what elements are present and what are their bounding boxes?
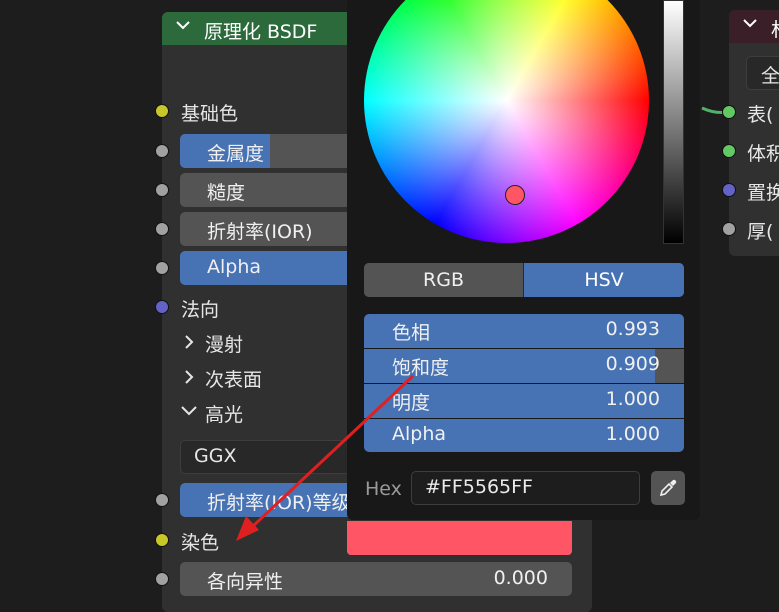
saturation-value: 0.909 xyxy=(605,353,660,375)
value-slider[interactable] xyxy=(663,0,684,244)
metallic-label: 金属度 xyxy=(207,143,265,165)
roughness-label: 糙度 xyxy=(207,182,246,204)
diffuse-panel-label[interactable]: 漫射 xyxy=(205,330,243,357)
eyedropper-icon xyxy=(659,479,677,497)
roughness-socket[interactable] xyxy=(155,183,169,197)
alpha-field[interactable]: Alpha 1.000 xyxy=(364,419,684,452)
volume-socket[interactable] xyxy=(722,144,736,158)
hue-field[interactable]: 色相 0.993 xyxy=(364,314,684,348)
color-mode-tabs: RGB HSV xyxy=(364,263,684,297)
normal-label: 法向 xyxy=(181,299,220,321)
ior-socket[interactable] xyxy=(155,222,169,236)
ior-level-label: 折射率(IOR)等级 xyxy=(207,492,351,514)
hex-value: #FF5565FF xyxy=(425,476,533,498)
tint-color-swatch[interactable] xyxy=(347,521,572,555)
output-target-dropdown[interactable]: 全 xyxy=(746,56,779,90)
alpha-label: Alpha xyxy=(207,256,262,278)
thickness-socket[interactable] xyxy=(722,222,736,236)
alpha-socket[interactable] xyxy=(155,261,169,275)
subsurface-panel-label[interactable]: 次表面 xyxy=(205,365,262,392)
output-node-header[interactable]: 材 xyxy=(729,10,779,43)
tint-label: 染色 xyxy=(181,532,220,554)
saturation-field[interactable]: 饱和度 0.909 xyxy=(364,349,684,383)
anisotropic-value: 0.000 xyxy=(493,567,548,589)
eyedropper-button[interactable] xyxy=(651,471,685,505)
normal-socket[interactable] xyxy=(155,300,169,314)
saturation-label: 饱和度 xyxy=(392,357,450,379)
tint-socket[interactable] xyxy=(155,533,169,547)
thickness-label: 厚( xyxy=(747,221,774,243)
chevron-right-icon[interactable] xyxy=(183,334,195,350)
chevron-down-icon[interactable] xyxy=(180,404,198,418)
hex-input[interactable]: #FF5565FF xyxy=(411,471,640,505)
value-field[interactable]: 明度 1.000 xyxy=(364,384,684,418)
alpha-field-value: 1.000 xyxy=(605,423,660,445)
volume-label: 体积 xyxy=(747,143,779,165)
displacement-socket[interactable] xyxy=(722,183,736,197)
base-color-socket[interactable] xyxy=(155,104,169,118)
metallic-socket[interactable] xyxy=(155,144,169,158)
tab-hsv[interactable]: HSV xyxy=(524,263,684,297)
surface-label: 表( xyxy=(747,104,774,126)
hue-value: 0.993 xyxy=(605,318,660,340)
output-target-value: 全 xyxy=(761,65,779,87)
distribution-value: GGX xyxy=(194,445,237,467)
surface-socket[interactable] xyxy=(722,105,736,119)
anisotropic-slider[interactable]: 各向异性 0.000 xyxy=(180,562,572,596)
anisotropic-label: 各向异性 xyxy=(207,571,284,593)
output-node-title: 材 xyxy=(771,15,779,42)
wheel-cursor[interactable] xyxy=(505,185,525,205)
value-value: 1.000 xyxy=(605,388,660,410)
node-title: 原理化 BSDF xyxy=(204,21,318,43)
alpha-field-label: Alpha xyxy=(392,423,447,445)
tab-rgb[interactable]: RGB xyxy=(364,263,524,297)
specular-panel-label[interactable]: 高光 xyxy=(205,400,243,427)
ior-level-socket[interactable] xyxy=(155,493,169,507)
base-color-label: 基础色 xyxy=(181,103,239,125)
hue-label: 色相 xyxy=(392,322,431,344)
collapse-chevron-icon[interactable] xyxy=(176,18,190,32)
value-label: 明度 xyxy=(392,392,431,414)
hex-label: Hex xyxy=(365,478,402,500)
chevron-right-icon[interactable] xyxy=(183,369,195,385)
ior-label: 折射率(IOR) xyxy=(207,221,313,243)
hsv-fields: 色相 0.993 饱和度 0.909 明度 1.000 Alpha 1.000 xyxy=(364,314,684,452)
displacement-label: 置换 xyxy=(747,182,779,204)
collapse-chevron-icon[interactable] xyxy=(743,16,757,30)
